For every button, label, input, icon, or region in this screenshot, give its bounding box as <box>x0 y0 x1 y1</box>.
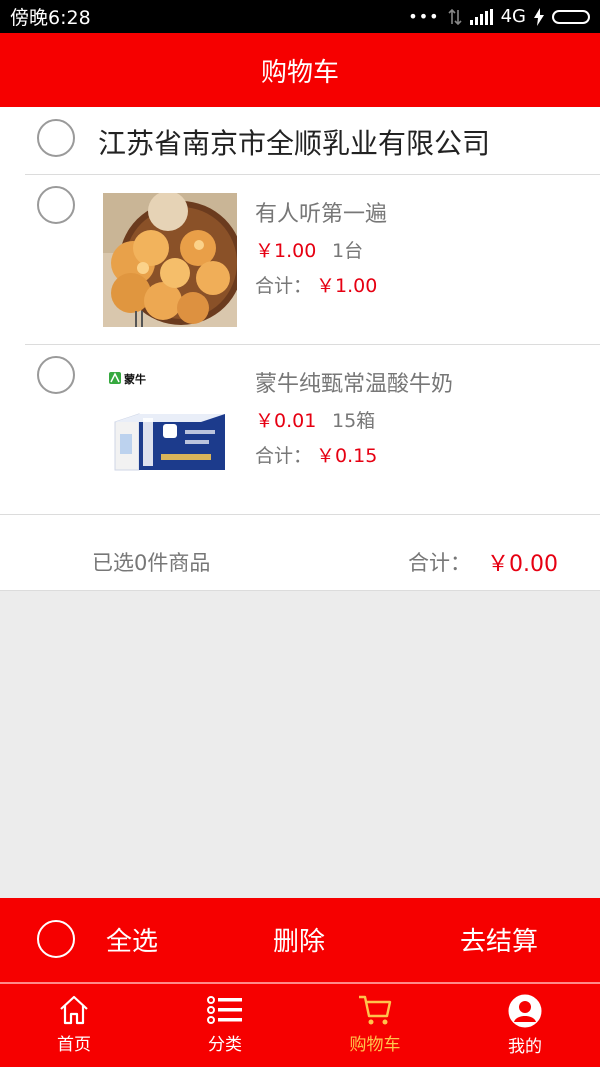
subtotal-label: 合计： <box>255 275 313 297</box>
delete-button[interactable]: 删除 <box>273 921 325 958</box>
user-icon <box>508 994 542 1028</box>
status-bar: 傍晚6:28 ••• 4G <box>0 0 600 33</box>
list-icon <box>207 996 242 1024</box>
subtotal-value: ￥1.00 <box>316 275 378 297</box>
divider <box>25 174 600 175</box>
shop-select-radio[interactable] <box>37 119 75 157</box>
product-price: ￥1.00 <box>255 240 317 262</box>
product-image-pastry[interactable] <box>103 193 237 327</box>
product-price: ￥0.01 <box>255 410 317 432</box>
tab-label: 分类 <box>208 1035 242 1055</box>
checkout-button[interactable]: 去结算 <box>460 921 538 958</box>
product-name[interactable]: 蒙牛纯甄常温酸牛奶 <box>255 366 453 398</box>
home-icon <box>60 995 88 1025</box>
select-all-button[interactable]: 全选 <box>106 921 158 958</box>
product-image-yogurt[interactable]: 蒙牛 <box>103 362 237 496</box>
tab-mine[interactable]: 我的 <box>475 994 575 1057</box>
more-dots-icon: ••• <box>408 7 440 26</box>
signal-icon <box>469 8 493 25</box>
item-select-radio[interactable] <box>37 186 75 224</box>
divider <box>0 514 600 515</box>
battery-icon <box>552 9 590 24</box>
shop-name: 江苏省南京市全顺乳业有限公司 <box>98 127 491 160</box>
tab-category[interactable]: 分类 <box>175 994 275 1055</box>
product-quantity: 1台 <box>332 240 364 262</box>
product-name[interactable]: 有人听第一遍 <box>255 196 387 228</box>
page-title: 购物车 <box>260 57 339 88</box>
status-time: 傍晚6:28 <box>10 7 91 29</box>
item-select-radio[interactable] <box>37 356 75 394</box>
divider <box>25 344 600 345</box>
tab-cart[interactable]: 购物车 <box>325 994 425 1055</box>
tab-label: 我的 <box>508 1037 542 1057</box>
charging-icon <box>534 7 544 26</box>
no-data-icon <box>448 8 462 25</box>
select-all-radio[interactable] <box>37 920 75 958</box>
tab-label: 首页 <box>57 1035 91 1055</box>
status-icons: ••• 4G <box>408 6 590 27</box>
total-value: ￥0.00 <box>487 552 558 577</box>
network-type: 4G <box>500 6 526 27</box>
cart-icon <box>359 995 392 1025</box>
selected-count: 已选0件商品 <box>92 551 211 575</box>
total-label: 合计： <box>408 551 471 575</box>
cart-panel <box>0 107 600 591</box>
product-quantity: 15箱 <box>332 410 376 432</box>
brand-logo-text: 蒙牛 <box>124 372 146 386</box>
tab-label: 购物车 <box>349 1035 401 1055</box>
header-bar: 购物车 <box>0 33 600 107</box>
subtotal-label: 合计： <box>255 445 313 467</box>
divider <box>0 590 600 591</box>
tab-home[interactable]: 首页 <box>24 994 124 1055</box>
subtotal-value: ￥0.15 <box>316 445 378 467</box>
